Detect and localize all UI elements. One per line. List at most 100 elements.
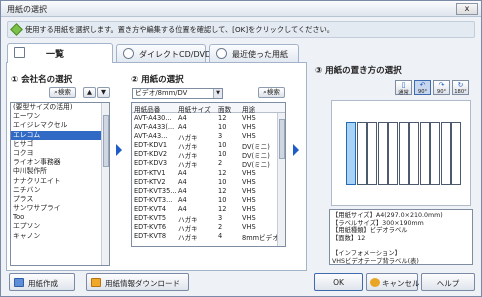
maker-list-item[interactable]: ヒサゴ [11, 140, 109, 149]
label-sheet [367, 122, 377, 185]
paper-code-cell: EDT-KDV2 [134, 150, 168, 159]
cancel-icon [370, 278, 380, 287]
category-select[interactable]: ビデオ/8mm/DV ▼ [132, 88, 223, 99]
table-row[interactable]: EDT-KTV1 A4 12 VHS [132, 168, 285, 177]
create-paper-button[interactable]: 用紙作成 [9, 273, 75, 291]
maker-list-item[interactable]: キャノン [11, 232, 109, 241]
instruction-bar: 使用する用紙を選択します。置き方や編集する位置を確認して、[OK]をクリックして… [7, 21, 475, 38]
maker-list-item[interactable]: Too [11, 213, 109, 222]
maker-list-item[interactable]: エーワン [11, 112, 109, 121]
label-sheet [346, 122, 356, 185]
table-row[interactable]: EDT-KDV3 ハガキ 2 DV(ミニ) [132, 158, 285, 169]
paper-size-cell: A4 [178, 186, 187, 195]
tab-list[interactable]: 一覧 [7, 43, 113, 63]
table-row[interactable]: EDT-KVT35... A4 12 VHS [132, 186, 285, 195]
table-row[interactable]: EDT-KVT4 A4 12 VHS [132, 204, 285, 213]
table-row[interactable]: EDT-KVT6 ハガキ 2 VHS [132, 222, 285, 233]
maker-list-item[interactable]: (要型サイズの活用) [11, 103, 109, 112]
orientation-button[interactable]: ↻ 180° [452, 80, 469, 95]
paper-faces-cell: 3 [218, 214, 223, 223]
paper-size-cell: A4 [178, 114, 187, 122]
scrollbar-thumb[interactable] [279, 119, 285, 159]
info-line: 【面数】12 [332, 234, 366, 242]
help-button[interactable]: ヘルプ [421, 273, 475, 291]
maker-list-item[interactable]: ライオン事務器 [11, 158, 109, 167]
orientation-button[interactable]: ▯ 通常 [395, 80, 412, 96]
paper-use-cell: VHS [242, 204, 256, 213]
paper-size-cell: ハガキ [178, 234, 198, 243]
maker-search-button[interactable]: ⌕検索 [49, 87, 76, 98]
cancel-button[interactable]: キャンセル [366, 273, 420, 291]
category-select-value: ビデオ/8mm/DV [135, 89, 188, 97]
tab-direct-cd-dvd[interactable]: ダイレクトCD/DVD [116, 44, 211, 62]
paper-table-header: 用紙品番 用紙サイズ 面数 用途 [132, 103, 285, 114]
label-sheet [440, 122, 451, 185]
maker-section-title: ① 会社名の選択 [11, 75, 73, 85]
paper-use-cell: VHS [242, 168, 256, 177]
info-line [332, 242, 470, 250]
paper-faces-cell: 10 [218, 141, 227, 150]
table-row[interactable]: AVT-A433(... A4 10 VHS [132, 122, 285, 131]
table-row[interactable]: EDT-KVT5 ハガキ 3 VHS [132, 213, 285, 224]
paper-code-cell: EDT-KVT4 [134, 204, 167, 213]
maker-list-item[interactable]: ニチバン [11, 186, 109, 195]
table-row[interactable]: EDT-KDV2 ハガキ 10 DV(ミニ) [132, 149, 285, 160]
rotate-icon: ↶ [419, 81, 426, 89]
paper-code-cell: EDT-KDV3 [134, 159, 168, 168]
orientation-button[interactable]: ↶ 90° [414, 80, 431, 95]
table-row[interactable]: EDT-KVT3... A4 10 VHS [132, 195, 285, 204]
help-label: ヘルプ [436, 279, 460, 288]
table-row[interactable]: EDT-KTV2 A4 10 VHS [132, 177, 285, 186]
paper-faces-cell: 10 [218, 177, 227, 186]
cancel-label: キャンセル [382, 279, 420, 288]
maker-list-scrollbar[interactable] [101, 103, 109, 265]
maker-list-item[interactable]: コクヨ [11, 149, 109, 158]
info-line: 【インフォメーション】 [332, 249, 401, 257]
maker-list[interactable]: (要型サイズの活用) エーワン エイジレマクセル エレコム ヒサゴ コクヨ ライオン事務器中… [10, 102, 110, 266]
paper-faces-cell: 2 [218, 223, 223, 232]
maker-list-item[interactable]: エレコム [11, 130, 109, 140]
instruction-text: 使用する用紙を選択します。置き方や編集する位置を確認して、[OK]をクリックして… [25, 25, 334, 34]
table-row[interactable]: AVT-A430... A4 12 VHS [132, 113, 285, 122]
info-line: VHSビデオテープ背ラベル(表) [332, 257, 419, 265]
paper-table[interactable]: 用紙品番 用紙サイズ 面数 用途 AVT-A430... A4 12 VHS AVT-A… [131, 102, 286, 247]
paper-faces-cell: 3 [218, 132, 223, 141]
paper-search-button[interactable]: ⌕検索 [258, 87, 285, 98]
paper-faces-cell: 12 [218, 204, 227, 213]
maker-list-item[interactable]: プラス [11, 195, 109, 204]
paper-use-cell: VHS [242, 195, 256, 204]
paper-code-cell: EDT-KVT8 [134, 232, 167, 241]
title-bar: 用紙の選択 x [1, 1, 481, 17]
scrollbar-thumb[interactable] [103, 115, 109, 167]
table-row[interactable]: EDT-KDV1 ハガキ 10 DV(ミニ) [132, 140, 285, 151]
disc-icon [123, 48, 134, 59]
paper-code-cell: EDT-KVT5 [134, 214, 167, 223]
paper-faces-cell: 12 [218, 114, 227, 122]
table-row[interactable]: EDT-KVT8 ハガキ 4 8mmビデオ [132, 231, 285, 243]
maker-list-item[interactable]: 中川製作所 [11, 167, 109, 176]
paper-table-scrollbar[interactable] [277, 113, 285, 246]
rotate-icon: ↻ [457, 81, 464, 89]
step-arrow-icon [116, 144, 122, 156]
document-icon [14, 278, 24, 287]
maker-list-item[interactable]: サンワサプライ [11, 204, 109, 213]
ok-button[interactable]: OK [314, 273, 363, 291]
maker-list-item[interactable]: エプソン [11, 222, 109, 231]
paper-code-cell: AVT-A433(... [134, 123, 175, 132]
paper-faces-cell: 12 [218, 168, 227, 177]
close-button[interactable]: x [456, 3, 478, 15]
paper-code-cell: EDT-KTV1 [134, 168, 166, 177]
paper-size-cell: A4 [178, 195, 187, 204]
chevron-down-icon: ▼ [213, 89, 222, 98]
maker-list-item[interactable]: エイジレマクセル [11, 121, 109, 130]
tab-recent[interactable]: 最近使った用紙 [209, 44, 299, 62]
recent-icon [216, 48, 227, 59]
move-up-button[interactable]: ▲ [83, 87, 96, 98]
create-paper-label: 用紙作成 [28, 279, 58, 288]
table-row[interactable]: AVT-A43... ハガキ 3 VHS [132, 131, 285, 142]
download-info-button[interactable]: 用紙情報ダウンロード [86, 273, 189, 291]
orientation-button[interactable]: ↷ 90° [433, 80, 450, 95]
move-down-button[interactable]: ▼ [97, 87, 110, 98]
maker-list-item[interactable]: ナナクリエイト [11, 177, 109, 186]
label-sheet [398, 122, 409, 185]
